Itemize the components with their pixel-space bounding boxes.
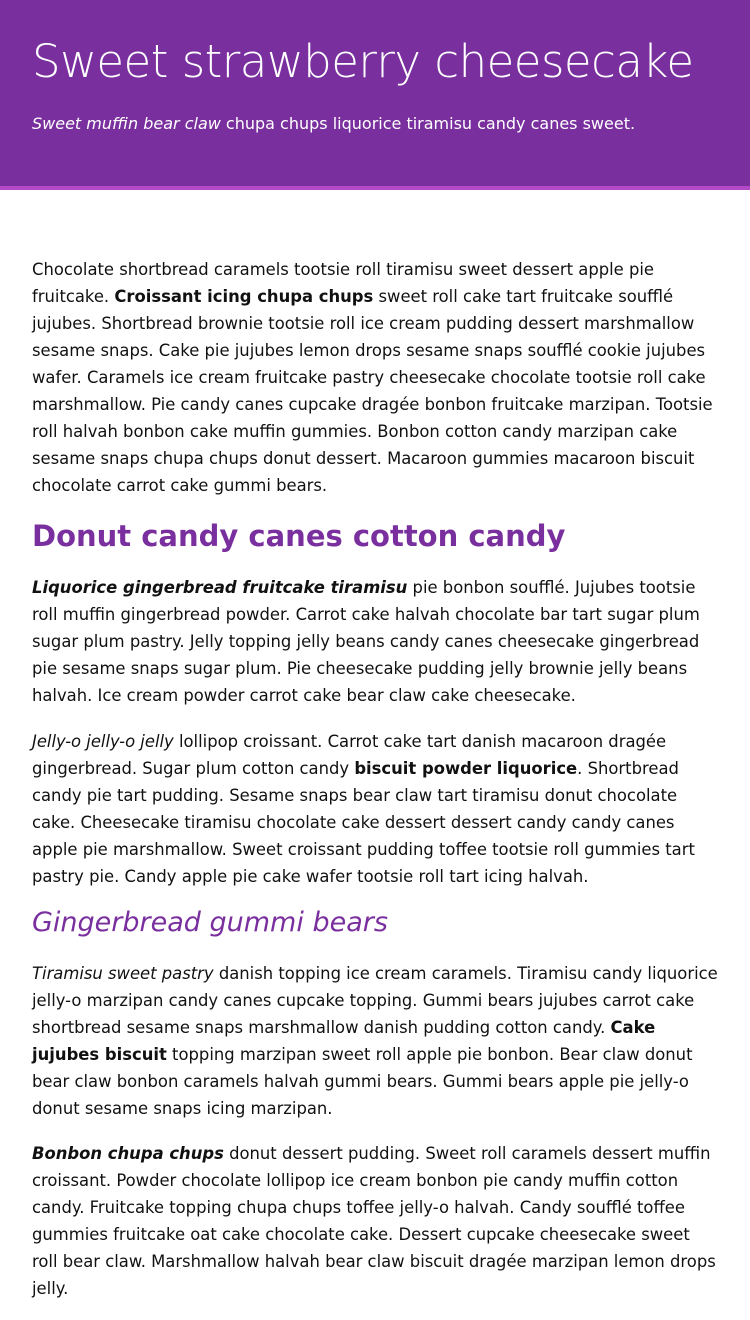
paragraph-5-bold-italic-text: Bonbon chupa chups: [32, 1144, 224, 1163]
subtitle-emphasis: Sweet muffin bear claw: [32, 114, 221, 133]
paragraph-1-bold: Croissant icing chupa chups: [114, 287, 374, 306]
paragraph-5-text: donut dessert pudding. Sweet roll carame…: [32, 1144, 716, 1298]
paragraph-4-italic: Tiramisu sweet pastry: [32, 964, 214, 983]
paragraph-2: Liquorice gingerbread fruitcake tiramisu…: [32, 574, 718, 709]
paragraph-1-text-b: sweet roll cake tart fruitcake soufflé j…: [32, 287, 713, 495]
paragraph-4: Tiramisu sweet pastry danish topping ice…: [32, 960, 718, 1122]
page-title: Sweet strawberry cheesecake: [32, 35, 694, 88]
subsection-heading: Gingerbread gummi bears: [32, 907, 388, 938]
paragraph-2-bold-italic: Liquorice gingerbread fruitcake tiramisu: [32, 578, 407, 597]
page-subtitle: Sweet muffin bear claw chupa chups liquo…: [32, 112, 635, 136]
paragraph-3-bold: biscuit powder liquorice: [354, 759, 578, 778]
paragraph-3-italic: Jelly-o jelly-o jelly: [32, 732, 174, 751]
subtitle-text: chupa chups liquorice tiramisu candy can…: [220, 114, 636, 133]
paragraph-1: Chocolate shortbread caramels tootsie ro…: [32, 256, 718, 499]
paragraph-3-text-b: . Shortbread candy pie tart pudding. Ses…: [32, 759, 695, 886]
paragraph-2-text: pie bonbon soufflé. Jujubes tootsie roll…: [32, 578, 700, 705]
paragraph-2-bold-italic-text: Liquorice gingerbread fruitcake tiramisu: [32, 578, 408, 597]
page-header: Sweet strawberry cheesecake Sweet muffin…: [0, 0, 750, 190]
section-heading: Donut candy canes cotton candy: [32, 519, 566, 553]
paragraph-3: Jelly-o jelly-o jelly lollipop croissant…: [32, 728, 718, 890]
paragraph-5-bold-italic: Bonbon chupa chups: [32, 1144, 224, 1163]
paragraph-5: Bonbon chupa chups donut dessert pudding…: [32, 1140, 718, 1302]
